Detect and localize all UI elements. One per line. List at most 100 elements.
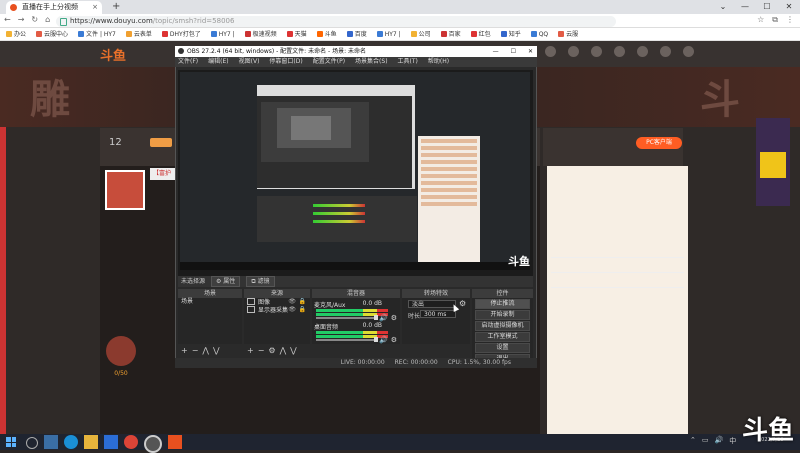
history-icon[interactable] xyxy=(545,46,556,57)
obs-taskbar-icon[interactable] xyxy=(144,435,162,453)
lock-icon[interactable]: 🔒 xyxy=(299,298,306,306)
obs-maximize-button[interactable]: ☐ xyxy=(511,46,516,57)
stop-streaming-button[interactable]: 停止推流 xyxy=(475,299,530,309)
maximize-button[interactable]: ☐ xyxy=(756,0,778,14)
remove-icon[interactable]: − xyxy=(258,346,265,356)
move-down-icon[interactable]: ⋁ xyxy=(290,346,297,356)
home-icon[interactable]: ⌂ xyxy=(45,15,50,24)
bookmark-item[interactable]: 百家 xyxy=(441,28,461,40)
task-view-icon[interactable] xyxy=(44,435,58,449)
virtual-camera-button[interactable]: 启动虚拟摄像机 xyxy=(475,321,530,331)
minimize-button[interactable]: — xyxy=(734,0,756,14)
scene-item[interactable]: 场景 xyxy=(178,298,242,306)
remove-icon[interactable]: − xyxy=(192,346,199,356)
transition-gear-icon[interactable]: ⚙ xyxy=(459,299,466,308)
bookmark-item[interactable]: HY7 | xyxy=(211,28,235,40)
live-icon[interactable] xyxy=(660,46,671,57)
volume-icon[interactable]: 🔊 xyxy=(715,436,724,446)
bookmark-item[interactable]: 天猫 xyxy=(287,28,307,40)
extensions-icon[interactable]: ⧉ xyxy=(772,15,778,25)
close-tab-icon[interactable]: × xyxy=(92,1,98,14)
download-icon[interactable] xyxy=(614,46,625,57)
follow-icon[interactable] xyxy=(568,46,579,57)
menu-view[interactable]: 视图(V) xyxy=(239,57,260,67)
message-icon[interactable] xyxy=(591,46,602,57)
browser-tab[interactable]: 直播在手上分视频 × xyxy=(6,1,102,14)
menu-icon[interactable]: ⋮ xyxy=(786,15,794,25)
bookmark-item[interactable]: 知乎 xyxy=(501,28,521,40)
add-icon[interactable]: + xyxy=(181,346,188,356)
volume-slider[interactable] xyxy=(316,339,376,341)
menu-file[interactable]: 文件(F) xyxy=(178,57,198,67)
bookmark-item[interactable]: DHY打包了 xyxy=(162,28,201,40)
chrome-icon[interactable] xyxy=(124,435,138,449)
menu-profile[interactable]: 配置文件(P) xyxy=(313,57,345,67)
chat-tab[interactable] xyxy=(618,171,686,182)
chat-tab[interactable] xyxy=(550,184,618,195)
gift-badge[interactable]: 0/50 xyxy=(106,336,136,377)
move-up-icon[interactable]: ⋀ xyxy=(280,346,287,356)
studio-mode-button[interactable]: 工作室模式 xyxy=(475,332,530,342)
visibility-eye-icon[interactable]: 👁 xyxy=(288,306,296,314)
speaker-icon[interactable]: 🔊 xyxy=(379,336,388,344)
tray-expand-icon[interactable]: ⌃ xyxy=(690,436,696,446)
visibility-eye-icon[interactable]: 👁 xyxy=(288,298,296,306)
bookmark-item[interactable]: 百度 xyxy=(347,28,367,40)
move-up-icon[interactable]: ⋀ xyxy=(202,346,209,356)
new-tab-button[interactable]: + xyxy=(112,1,120,12)
file-explorer-icon[interactable] xyxy=(84,435,98,449)
tab-search-icon[interactable]: ⌄ xyxy=(712,0,734,14)
menu-tools[interactable]: 工具(T) xyxy=(398,57,418,67)
edge-icon[interactable] xyxy=(64,435,78,449)
bookmark-item[interactable]: 红包 xyxy=(471,28,491,40)
bookmark-item[interactable]: 云服 xyxy=(558,28,578,40)
settings-button[interactable]: 设置 xyxy=(475,343,530,353)
douyu-logo[interactable]: 斗鱼 xyxy=(100,45,126,64)
bookmark-item[interactable]: 文件 | HY7 xyxy=(78,28,116,40)
chat-tab[interactable] xyxy=(550,171,618,182)
duration-field[interactable]: 300 ms xyxy=(420,310,456,318)
filters-button[interactable]: ⧉ 滤镜 xyxy=(246,276,275,287)
menu-docks[interactable]: 停靠窗口(D) xyxy=(269,57,302,67)
streamer-avatar[interactable] xyxy=(105,170,145,210)
transition-select[interactable]: 淡出 xyxy=(408,300,456,308)
network-icon[interactable]: ▭ xyxy=(702,436,709,446)
user-avatar-icon[interactable] xyxy=(683,46,694,57)
bookmark-item[interactable]: QQ xyxy=(531,28,548,40)
source-item[interactable]: 图像 👁 🔒 xyxy=(244,298,310,306)
menu-help[interactable]: 帮助(H) xyxy=(428,57,449,67)
bookmark-item[interactable]: HY7 | xyxy=(377,28,401,40)
add-icon[interactable]: + xyxy=(247,346,254,356)
obs-close-button[interactable]: ✕ xyxy=(528,46,533,57)
forward-icon[interactable]: → xyxy=(18,15,25,24)
bookmark-item[interactable]: 云表单 xyxy=(126,28,152,40)
source-item[interactable]: 显示器采集 👁 🔒 xyxy=(244,306,310,314)
bookmark-item[interactable]: 办公 xyxy=(6,28,26,40)
search-icon[interactable] xyxy=(26,437,38,449)
windows-start-icon[interactable] xyxy=(6,437,16,447)
volume-slider-handle[interactable] xyxy=(374,337,378,342)
speaker-icon[interactable]: 🔊 xyxy=(379,314,388,322)
gear-icon[interactable]: ⚙ xyxy=(268,346,275,356)
close-window-button[interactable]: ✕ xyxy=(778,0,800,14)
bookmark-item[interactable]: 云服中心 xyxy=(36,28,68,40)
pc-client-button[interactable]: PC客户端 xyxy=(636,137,682,149)
reload-icon[interactable]: ↻ xyxy=(31,15,38,24)
bookmark-item[interactable]: 斗鱼 xyxy=(317,28,337,40)
gear-icon[interactable]: ⚙ xyxy=(391,336,397,344)
douyu-taskbar-icon[interactable] xyxy=(168,435,182,449)
menu-scene-collection[interactable]: 场景集合(S) xyxy=(355,57,388,67)
bookmark-item[interactable]: 公司 xyxy=(411,28,431,40)
volume-slider-handle[interactable] xyxy=(374,315,378,320)
obs-minimize-button[interactable]: — xyxy=(493,46,499,57)
bookmark-star-icon[interactable]: ☆ xyxy=(757,15,764,25)
chat-tab[interactable] xyxy=(618,184,686,195)
mail-icon[interactable] xyxy=(104,435,118,449)
follow-button[interactable] xyxy=(150,138,172,147)
move-down-icon[interactable]: ⋁ xyxy=(213,346,220,356)
bookmark-item[interactable]: 极速视频 xyxy=(245,28,277,40)
gear-icon[interactable]: ⚙ xyxy=(391,314,397,322)
url-field[interactable]: https://www.douyu.com/topic/smsh?rid=580… xyxy=(56,16,616,27)
side-promo-banner[interactable] xyxy=(756,118,790,206)
lock-icon[interactable]: 🔒 xyxy=(299,306,306,314)
